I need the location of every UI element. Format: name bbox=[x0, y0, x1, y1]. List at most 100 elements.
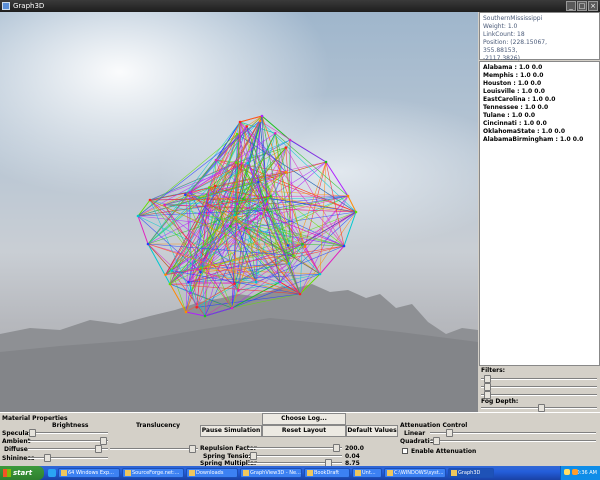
graph-node[interactable] bbox=[235, 132, 239, 136]
graph-node[interactable] bbox=[244, 226, 248, 230]
graph-node[interactable] bbox=[260, 114, 264, 118]
graph-node[interactable] bbox=[324, 160, 328, 164]
fog-depth-slider[interactable] bbox=[481, 404, 597, 412]
graph-node[interactable] bbox=[203, 314, 207, 318]
graph-node[interactable] bbox=[288, 138, 292, 142]
graph-node[interactable] bbox=[199, 270, 202, 274]
list-item[interactable]: EastCarolina : 1.0 0.0 bbox=[483, 96, 596, 104]
taskbar-item[interactable]: SourceForge.net:... bbox=[122, 468, 184, 478]
graph-node[interactable] bbox=[233, 213, 236, 217]
graph-node[interactable] bbox=[195, 305, 198, 309]
graph-node[interactable] bbox=[235, 202, 239, 206]
graph-node[interactable] bbox=[284, 146, 288, 149]
graph-node[interactable] bbox=[342, 244, 346, 248]
enable-attenuation-checkbox[interactable] bbox=[402, 448, 408, 454]
3d-viewport[interactable] bbox=[0, 12, 478, 412]
browser-icon[interactable] bbox=[48, 469, 56, 477]
graph-node[interactable] bbox=[303, 245, 307, 248]
start-button[interactable]: start bbox=[0, 466, 44, 480]
graph-node[interactable] bbox=[240, 161, 243, 165]
slider-thumb[interactable] bbox=[484, 375, 492, 383]
choose-log-button[interactable]: Choose Log... bbox=[262, 413, 346, 425]
slider-thumb[interactable] bbox=[95, 445, 103, 453]
graph-node[interactable] bbox=[168, 282, 172, 286]
default-values-button[interactable]: Default Values bbox=[346, 425, 398, 437]
graph-node[interactable] bbox=[233, 282, 236, 285]
graph-node[interactable] bbox=[265, 202, 269, 206]
shininess-slider[interactable] bbox=[28, 454, 108, 462]
slider-thumb[interactable] bbox=[484, 383, 492, 391]
graph-node[interactable] bbox=[228, 224, 232, 228]
graph-node[interactable] bbox=[187, 280, 190, 284]
network-icon[interactable] bbox=[564, 469, 570, 475]
graph-node[interactable] bbox=[184, 310, 188, 314]
list-item[interactable]: Tennessee : 1.0 0.0 bbox=[483, 104, 596, 112]
graph-node[interactable] bbox=[278, 280, 282, 284]
linear-attenuation-slider[interactable] bbox=[430, 429, 596, 437]
graph-node[interactable] bbox=[265, 208, 269, 212]
graph-node[interactable] bbox=[346, 194, 350, 198]
graph-node[interactable] bbox=[354, 210, 358, 214]
graph-node[interactable] bbox=[301, 242, 304, 246]
list-item[interactable]: OklahomaState : 1.0 0.0 bbox=[483, 128, 596, 136]
graph-node[interactable] bbox=[245, 125, 248, 128]
slider-thumb[interactable] bbox=[445, 429, 453, 437]
specular-slider[interactable] bbox=[28, 429, 108, 437]
quadratic-attenuation-slider[interactable] bbox=[430, 437, 596, 445]
diffuse-slider[interactable] bbox=[28, 445, 108, 453]
filter-slider-1[interactable] bbox=[481, 375, 597, 383]
reset-layout-button[interactable]: Reset Layout bbox=[262, 425, 346, 437]
graph-node[interactable] bbox=[241, 197, 245, 201]
graph-node[interactable] bbox=[170, 269, 174, 272]
graph-node[interactable] bbox=[136, 214, 140, 218]
graph-node[interactable] bbox=[184, 193, 187, 197]
slider-thumb[interactable] bbox=[537, 404, 545, 412]
graph-node[interactable] bbox=[284, 170, 288, 174]
list-item[interactable]: Tulane : 1.0 0.0 bbox=[483, 112, 596, 120]
taskbar-item[interactable]: 64 Windows Exp... bbox=[58, 468, 120, 478]
slider-thumb[interactable] bbox=[433, 437, 441, 445]
close-button[interactable]: × bbox=[588, 1, 598, 11]
translucency-slider[interactable] bbox=[110, 445, 198, 453]
maximize-button[interactable]: □ bbox=[577, 1, 587, 11]
graph-node[interactable] bbox=[287, 262, 291, 265]
graph-node[interactable] bbox=[269, 195, 272, 198]
ambient-slider[interactable] bbox=[28, 437, 108, 445]
taskbar-item[interactable]: BookDraft bbox=[304, 468, 350, 478]
taskbar-item[interactable]: Downloads bbox=[186, 468, 238, 478]
graph-node[interactable] bbox=[234, 161, 238, 164]
graph-node[interactable] bbox=[254, 280, 258, 284]
taskbar-item-active[interactable]: Graph3D bbox=[448, 468, 494, 478]
graph-node[interactable] bbox=[292, 254, 295, 257]
graph-node[interactable] bbox=[214, 158, 218, 162]
graph-node[interactable] bbox=[164, 273, 167, 276]
graph-node[interactable] bbox=[257, 180, 260, 184]
graph-node[interactable] bbox=[273, 131, 277, 135]
graph-node[interactable] bbox=[163, 203, 166, 207]
graph-node[interactable] bbox=[146, 242, 150, 246]
graph-node[interactable] bbox=[259, 212, 263, 215]
slider-thumb[interactable] bbox=[99, 437, 107, 445]
graph-node[interactable] bbox=[258, 119, 262, 123]
graph-node[interactable] bbox=[298, 292, 302, 296]
graph-node[interactable] bbox=[207, 186, 211, 189]
graph-node[interactable] bbox=[230, 306, 234, 310]
graph-node[interactable] bbox=[246, 161, 249, 165]
list-item[interactable]: Houston : 1.0 0.0 bbox=[483, 80, 596, 88]
graph-node[interactable] bbox=[238, 120, 242, 124]
neighbor-list[interactable]: Alabama : 1.0 0.0 Memphis : 1.0 0.0 Hous… bbox=[479, 61, 600, 366]
graph-node[interactable] bbox=[188, 190, 192, 194]
list-item[interactable]: Louisville : 1.0 0.0 bbox=[483, 88, 596, 96]
graph-node[interactable] bbox=[214, 184, 217, 188]
filter-slider-2[interactable] bbox=[481, 383, 597, 391]
graph-node[interactable] bbox=[196, 268, 199, 271]
list-item[interactable]: Alabama : 1.0 0.0 bbox=[483, 64, 596, 72]
tray-app-icon[interactable] bbox=[572, 469, 578, 475]
taskbar-item[interactable]: Unt... bbox=[352, 468, 382, 478]
graph-node[interactable] bbox=[266, 196, 269, 200]
graph-node[interactable] bbox=[148, 198, 152, 202]
graph-node[interactable] bbox=[318, 272, 322, 276]
taskbar-item[interactable]: C:\WINDOWS\syst... bbox=[384, 468, 446, 478]
taskbar-item[interactable]: GraphView3D - Ne... bbox=[240, 468, 302, 478]
repulsion-factor-slider[interactable] bbox=[248, 444, 342, 452]
